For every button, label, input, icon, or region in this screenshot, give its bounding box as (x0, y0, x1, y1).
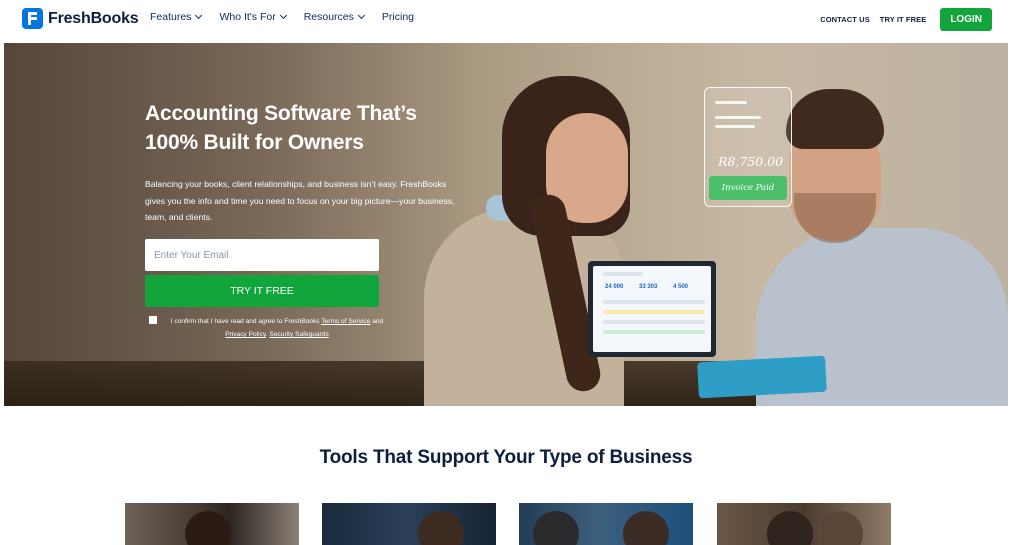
screen-row (603, 272, 643, 276)
menu-label: Features (150, 11, 192, 23)
menu-label: Who It's For (219, 11, 276, 23)
tool-card-photo-person (418, 511, 464, 545)
contact-us-link[interactable]: CONTACT US (820, 15, 870, 24)
laptop-value: 4 500 (673, 284, 689, 290)
top-nav: FreshBooks Features Who It's For Resourc… (0, 0, 1012, 42)
email-input[interactable] (145, 239, 379, 271)
tool-card-image[interactable] (322, 503, 496, 545)
tool-card-photo-person (533, 511, 579, 545)
consent-checkbox[interactable] (149, 316, 157, 324)
screen-row (603, 320, 705, 324)
menu-item-features[interactable]: Features (150, 11, 203, 23)
tool-card-photo-person (185, 511, 231, 545)
consent-and: and (370, 318, 384, 325)
try-it-free-button[interactable]: TRY IT FREE (145, 275, 379, 307)
invoice-amount: R8,750.00 (718, 154, 784, 169)
brand-name: FreshBooks (48, 9, 139, 27)
nav-actions: CONTACT US TRY IT FREE LOGIN (820, 8, 992, 31)
tool-card-photo-person (623, 511, 669, 545)
menu-item-pricing[interactable]: Pricing (382, 11, 414, 23)
menu-item-who-its-for[interactable]: Who It's For (219, 11, 287, 23)
chevron-down-icon (195, 11, 203, 20)
laptop-screen: 24 000 33 303 4 500 (593, 266, 711, 352)
tool-card-photo-person (817, 511, 863, 545)
invoice-status-badge: Invoice Paid (709, 176, 787, 200)
tablet-illustration (697, 355, 827, 399)
invoice-paid-card: R8,750.00 Invoice Paid (704, 87, 792, 207)
main-menu: Features Who It's For Resources Pricing (150, 11, 414, 23)
freshbooks-logo-icon (22, 8, 43, 29)
hero-title: Accounting Software That’s 100% Built fo… (145, 102, 417, 154)
try-it-free-link[interactable]: TRY IT FREE (880, 15, 927, 24)
security-safeguards-link[interactable]: Security Safeguards (269, 331, 328, 338)
consent-prefix: I confirm that I have read and agree to … (170, 318, 322, 325)
login-button[interactable]: LOGIN (940, 8, 992, 31)
laptop-value: 33 303 (639, 284, 658, 290)
invoice-line (715, 101, 747, 104)
chevron-down-icon (279, 11, 287, 20)
invoice-line (715, 116, 761, 119)
tool-card-photo-person (767, 511, 813, 545)
tool-card-image[interactable] (519, 503, 693, 545)
menu-label: Resources (303, 11, 354, 23)
laptop-value: 24 000 (605, 284, 624, 290)
screen-row (603, 330, 705, 334)
chevron-down-icon (357, 11, 365, 20)
hero-subtitle: Balancing your books, client relationshi… (145, 179, 455, 222)
menu-label: Pricing (381, 11, 415, 23)
hero-photo-detail (786, 89, 884, 149)
hero-banner: 24 000 33 303 4 500 R8,750.00 Invoice Pa… (4, 43, 1008, 406)
laptop-illustration: 24 000 33 303 4 500 (588, 261, 716, 357)
freshbooks-logo[interactable]: FreshBooks (22, 8, 139, 29)
terms-of-service-link[interactable]: Terms of Service (321, 318, 370, 325)
tool-card-image[interactable] (125, 503, 299, 545)
privacy-policy-link[interactable]: Privacy Policy (225, 331, 266, 338)
consent-row: I confirm that I have read and agree to … (149, 315, 389, 341)
menu-item-resources[interactable]: Resources (303, 11, 365, 23)
tools-section-title: Tools That Support Your Type of Business (319, 447, 693, 468)
screen-row (603, 300, 705, 304)
tool-card-image[interactable] (717, 503, 891, 545)
screen-row (603, 310, 705, 314)
invoice-line (715, 125, 755, 128)
consent-text: I confirm that I have read and agree to … (165, 315, 389, 341)
